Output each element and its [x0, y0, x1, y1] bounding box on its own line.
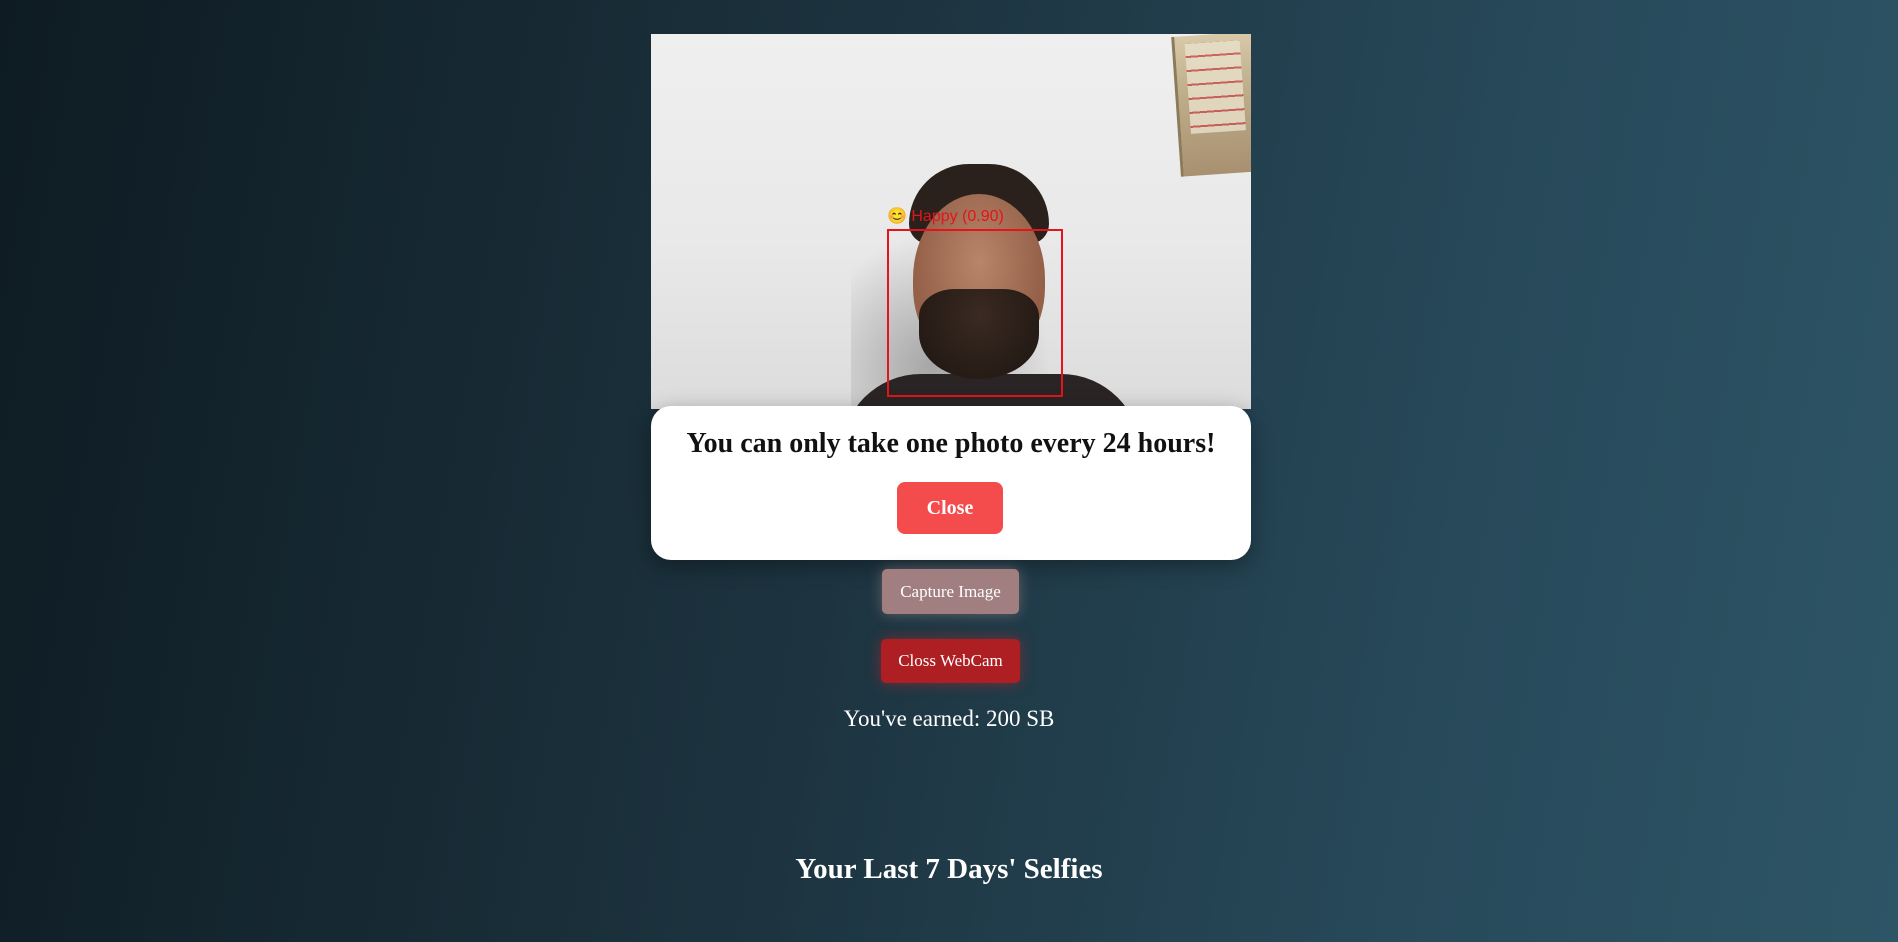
face-detection-box	[887, 229, 1063, 397]
capture-image-button[interactable]: Capture Image	[882, 569, 1019, 614]
limit-modal: You can only take one photo every 24 hou…	[651, 406, 1251, 560]
close-webcam-button[interactable]: Closs WebCam	[881, 639, 1020, 683]
face-detection-label: 😊 Happy (0.90)	[887, 206, 1004, 226]
modal-message: You can only take one photo every 24 hou…	[686, 428, 1216, 459]
modal-close-button[interactable]: Close	[897, 482, 1003, 534]
wall-calendar	[1171, 34, 1251, 177]
emotion-emoji-icon: 😊	[887, 208, 907, 225]
earned-amount: You've earned: 200 SB	[843, 706, 1055, 731]
selfies-section-title: Your Last 7 Days' Selfies	[795, 853, 1103, 885]
webcam-feed: 😊 Happy (0.90)	[651, 34, 1251, 409]
emotion-label: Happy (0.90)	[911, 208, 1004, 225]
